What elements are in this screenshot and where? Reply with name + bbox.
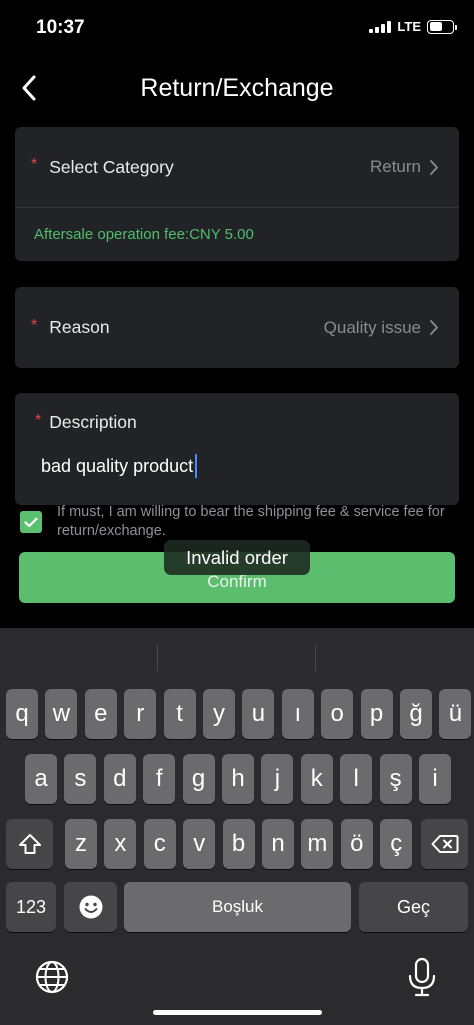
category-label: Select Category xyxy=(49,156,174,177)
signal-icon xyxy=(369,20,392,33)
key[interactable]: w xyxy=(45,689,78,739)
select-category-row[interactable]: * Select Category Return xyxy=(15,127,459,207)
reason-label: Reason xyxy=(49,317,110,337)
microphone-icon[interactable] xyxy=(405,956,439,998)
checkmark-icon xyxy=(24,517,38,527)
reason-value: Quality issue xyxy=(323,317,421,337)
agree-checkbox[interactable] xyxy=(20,511,42,533)
key[interactable]: ü xyxy=(439,689,472,739)
key[interactable]: ı xyxy=(281,689,314,739)
space-key[interactable]: Boşluk xyxy=(124,882,351,932)
agreement-row: If must, I am willing to bear the shippi… xyxy=(20,503,460,541)
key[interactable]: n xyxy=(262,819,294,869)
required-mark: * xyxy=(35,411,42,429)
key[interactable]: r xyxy=(124,689,157,739)
fee-text: Aftersale operation fee:CNY 5.00 xyxy=(34,226,254,243)
agree-text: If must, I am willing to bear the shippi… xyxy=(57,504,445,539)
reason-card: * Reason Quality issue xyxy=(15,287,459,368)
emoji-icon xyxy=(79,895,102,919)
category-card: * Select Category Return Aftersale opera… xyxy=(15,127,459,261)
description-label-row: * Description xyxy=(35,412,137,433)
key[interactable]: s xyxy=(64,754,97,804)
description-card: * Description bad quality product xyxy=(15,393,459,505)
numbers-key[interactable]: 123 xyxy=(6,882,56,932)
key[interactable]: ç xyxy=(380,819,413,869)
key[interactable]: g xyxy=(182,754,215,804)
suggestion-divider xyxy=(157,645,158,671)
status-time: 10:37 xyxy=(36,17,85,38)
backspace-icon xyxy=(431,835,458,853)
reason-row[interactable]: * Reason Quality issue xyxy=(15,287,459,368)
key[interactable]: u xyxy=(242,689,275,739)
globe-icon[interactable] xyxy=(33,958,71,996)
key[interactable]: v xyxy=(183,819,216,869)
key[interactable]: o xyxy=(321,689,354,739)
category-value: Return xyxy=(369,157,421,176)
key[interactable]: h xyxy=(222,754,254,804)
suggestion-bar xyxy=(0,628,474,686)
key[interactable]: p xyxy=(360,689,393,739)
description-input[interactable]: bad quality product xyxy=(41,454,198,478)
keyboard: qwertyuıopğü asdfghjklşi zxcvbnmöç 123 Boş… xyxy=(0,628,474,1025)
chevron-right-icon xyxy=(430,320,438,335)
key[interactable]: ş xyxy=(379,754,412,804)
required-mark: * xyxy=(31,316,38,334)
suggestion-divider xyxy=(315,645,316,671)
page-title: Return/Exchange xyxy=(140,74,334,102)
key[interactable]: f xyxy=(143,754,176,804)
required-mark: * xyxy=(31,156,38,173)
text-caret xyxy=(195,454,198,478)
key[interactable]: e xyxy=(84,689,117,739)
description-text: bad quality product xyxy=(41,455,194,476)
key[interactable]: y xyxy=(203,689,235,739)
status-bar: 10:37 LTE xyxy=(0,0,474,56)
key[interactable]: i xyxy=(419,754,451,804)
key[interactable]: a xyxy=(25,754,57,804)
key[interactable]: k xyxy=(300,754,333,804)
toast-message: Invalid order xyxy=(164,540,310,575)
key[interactable]: ö xyxy=(340,819,373,869)
return-key[interactable]: Geç xyxy=(359,882,468,932)
network-label: LTE xyxy=(397,19,421,34)
key[interactable]: c xyxy=(143,819,176,869)
key[interactable]: d xyxy=(103,754,136,804)
key[interactable]: t xyxy=(163,689,196,739)
key[interactable]: b xyxy=(222,819,255,869)
emoji-key[interactable] xyxy=(64,882,117,932)
home-indicator xyxy=(153,1010,322,1015)
description-label: Description xyxy=(49,412,137,432)
delete-key[interactable] xyxy=(421,819,468,869)
key[interactable]: l xyxy=(340,754,373,804)
battery-icon xyxy=(427,19,457,34)
key[interactable]: q xyxy=(6,689,38,739)
key[interactable]: x xyxy=(104,819,137,869)
key[interactable]: z xyxy=(65,819,97,869)
key[interactable]: ğ xyxy=(400,689,432,739)
status-icons: LTE xyxy=(369,19,457,34)
nav-bar: Return/Exchange xyxy=(0,62,474,114)
shift-key[interactable] xyxy=(6,819,53,869)
key[interactable]: m xyxy=(301,819,334,869)
chevron-right-icon xyxy=(430,159,438,175)
shift-icon xyxy=(18,834,41,854)
key[interactable]: j xyxy=(261,754,294,804)
